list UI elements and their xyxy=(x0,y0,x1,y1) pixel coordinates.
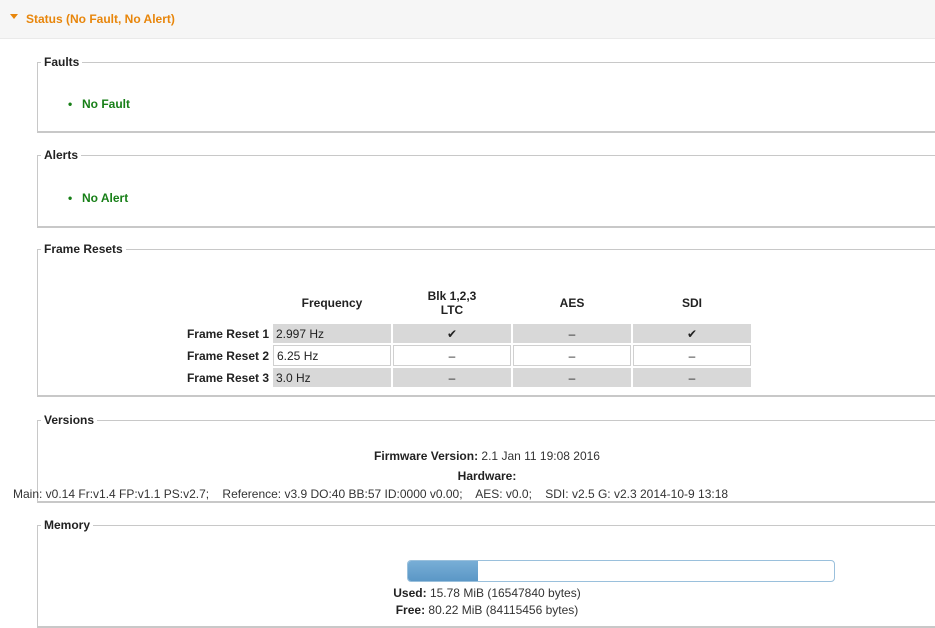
sdi-cell: – xyxy=(633,345,751,366)
row-label: Frame Reset 1 xyxy=(186,326,269,341)
frame-resets-table: Frequency Blk 1,2,3 LTC AES SDI Frame Re… xyxy=(50,282,753,389)
used-value: 15.78 MiB (16547840 bytes) xyxy=(429,586,581,600)
hardware-detail: Main: v0.14 Fr:v1.4 FP:v1.1 PS:v2.7; Ref… xyxy=(13,487,729,501)
firmware-value: 2.1 Jan 11 19:08 2016 xyxy=(481,449,600,463)
frame-resets-legend: Frame Resets xyxy=(44,242,123,256)
aes-cell: – xyxy=(513,368,631,387)
sdi-cell: – xyxy=(633,368,751,387)
row-label: Frame Reset 2 xyxy=(186,348,269,363)
table-row: Frame Reset 3 3.0 Hz – – – xyxy=(52,368,751,387)
alert-item-text: No Alert xyxy=(82,191,129,205)
collapse-triangle-icon[interactable] xyxy=(10,14,18,19)
blk-cell: – xyxy=(393,345,511,366)
col-sdi: SDI xyxy=(633,284,751,322)
firmware-version: Firmware Version: 2.1 Jan 11 19:08 2016 xyxy=(38,449,935,463)
faults-panel: Faults • No Fault xyxy=(37,55,935,133)
hardware-heading: Hardware: xyxy=(38,469,935,483)
versions-legend: Versions xyxy=(44,413,95,427)
memory-usage-bar xyxy=(407,560,835,582)
row-label: Frame Reset 3 xyxy=(186,370,269,385)
frequency-cell: 6.25 Hz xyxy=(273,345,391,366)
col-frequency: Frequency xyxy=(273,284,391,322)
memory-free: Free: 80.22 MiB (84115456 bytes) xyxy=(38,603,935,617)
col-blk-ltc: Blk 1,2,3 LTC xyxy=(393,284,511,322)
blk-cell: – xyxy=(393,368,511,387)
used-label: Used: xyxy=(393,586,427,600)
fault-item-text: No Fault xyxy=(82,97,130,111)
alert-item: • No Alert xyxy=(68,191,128,205)
table-header-empty xyxy=(52,284,271,322)
memory-legend: Memory xyxy=(44,518,91,532)
status-header[interactable]: Status (No Fault, No Alert) xyxy=(0,0,935,39)
versions-panel: Versions Firmware Version: 2.1 Jan 11 19… xyxy=(13,413,935,503)
alerts-legend: Alerts xyxy=(44,148,79,162)
fault-item: • No Fault xyxy=(68,97,130,111)
frequency-cell: 2.997 Hz xyxy=(273,324,391,343)
bullet-icon: • xyxy=(68,97,73,111)
status-title[interactable]: Status (No Fault, No Alert) xyxy=(26,12,175,26)
faults-legend: Faults xyxy=(44,55,80,69)
memory-used: Used: 15.78 MiB (16547840 bytes) xyxy=(38,586,935,600)
frame-resets-panel: Frame Resets Frequency Blk 1,2,3 LTC AES… xyxy=(37,242,935,397)
aes-cell: – xyxy=(513,324,631,343)
bullet-icon: • xyxy=(68,191,73,205)
hardware-label: Hardware: xyxy=(457,469,517,483)
memory-usage-fill xyxy=(408,561,478,581)
alerts-panel: Alerts • No Alert xyxy=(37,148,935,228)
frequency-cell: 3.0 Hz xyxy=(273,368,391,387)
free-label: Free: xyxy=(395,603,426,617)
table-row: Frame Reset 1 2.997 Hz ✔ – ✔ xyxy=(52,324,751,343)
firmware-label: Firmware Version: xyxy=(374,449,479,463)
sdi-cell: ✔ xyxy=(633,324,751,343)
free-value: 80.22 MiB (84115456 bytes) xyxy=(428,603,579,617)
blk-cell: ✔ xyxy=(393,324,511,343)
aes-cell: – xyxy=(513,345,631,366)
table-row: Frame Reset 2 6.25 Hz – – – xyxy=(52,345,751,366)
col-aes: AES xyxy=(513,284,631,322)
